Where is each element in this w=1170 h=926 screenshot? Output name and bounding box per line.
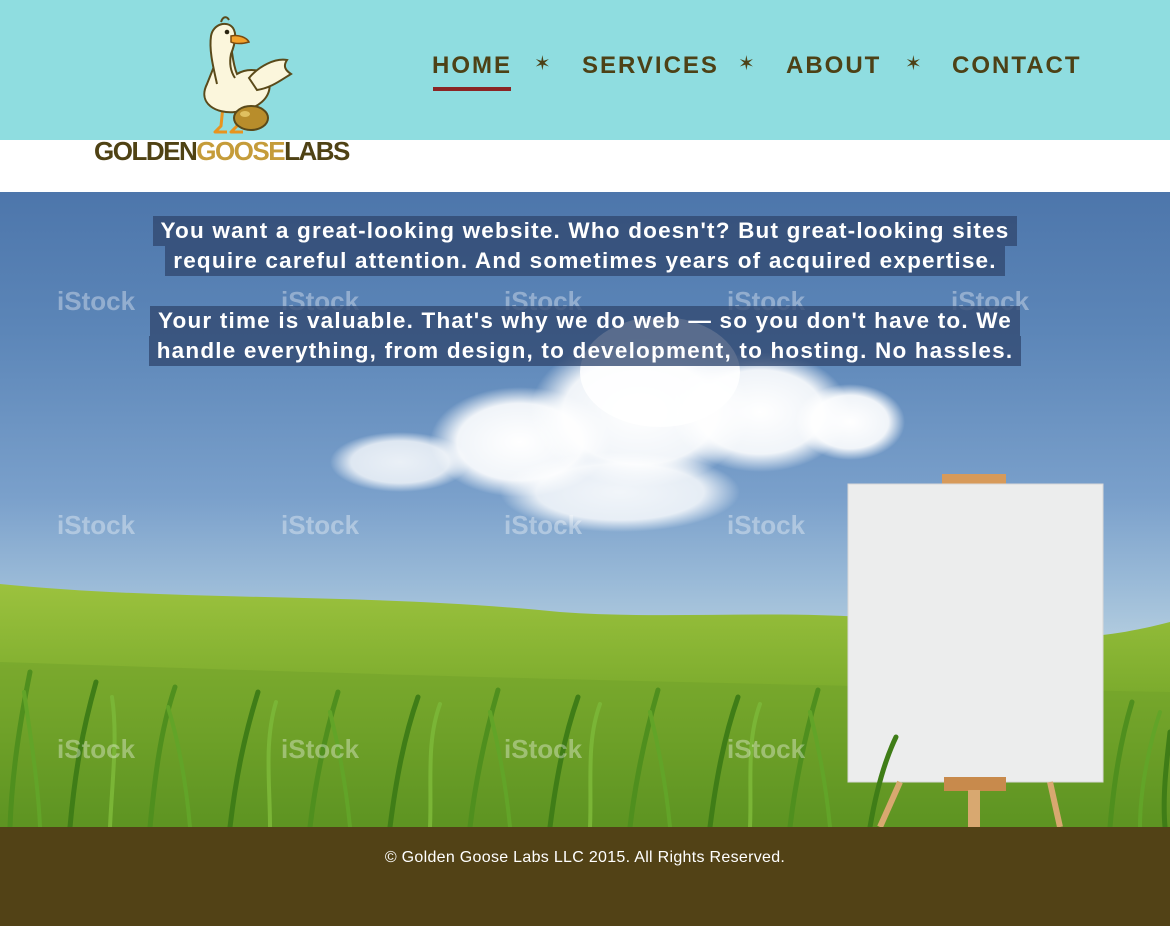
nav-contact[interactable]: CONTACT [952, 50, 1082, 82]
hero-paragraph-1: You want a great-looking website. Who do… [0, 216, 1170, 276]
nav-home[interactable]: HOME [432, 50, 512, 91]
star-icon: ✶ [738, 53, 755, 75]
hero-background-image: iStock iStock iStock iStock iStock iStock iSt… [0, 286, 1170, 827]
svg-text:iStock: iStock [281, 734, 360, 764]
hero-text-line: require careful attention. And sometimes… [165, 246, 1005, 276]
star-icon: ✶ [905, 53, 922, 75]
svg-text:iStock: iStock [504, 510, 583, 540]
goose-icon [203, 16, 293, 134]
hero-text-line: handle everything, from design, to devel… [148, 336, 1022, 366]
svg-text:iStock: iStock [727, 510, 806, 540]
logo-word-labs: LABS [284, 136, 350, 166]
copyright-text: © Golden Goose Labs LLC 2015. All Rights… [384, 849, 786, 866]
nav-services[interactable]: SERVICES [582, 50, 719, 82]
logo-word-golden: GOLDEN [94, 136, 198, 166]
logo-word-goose: GOOSE [196, 136, 285, 166]
site-logo[interactable]: GOLDENGOOSELABS [92, 14, 352, 166]
hero-paragraph-2: Your time is valuable. That's why we do … [0, 306, 1170, 366]
star-icon: ✶ [534, 53, 551, 75]
hero-text-line: You want a great-looking website. Who do… [152, 216, 1018, 246]
logo-wordmark: GOLDENGOOSELABS [94, 136, 350, 166]
hero-text-line: Your time is valuable. That's why we do … [150, 306, 1020, 336]
site-footer: © Golden Goose Labs LLC 2015. All Rights… [0, 827, 1170, 926]
easel-canvas [847, 474, 1104, 827]
svg-text:iStock: iStock [281, 510, 360, 540]
svg-text:iStock: iStock [504, 734, 583, 764]
nav-about[interactable]: ABOUT [786, 50, 881, 82]
svg-text:iStock: iStock [57, 510, 136, 540]
svg-text:iStock: iStock [57, 734, 136, 764]
svg-text:iStock: iStock [727, 734, 806, 764]
hero-section: iStock iStock iStock iStock iStock iStock iSt… [0, 192, 1170, 827]
